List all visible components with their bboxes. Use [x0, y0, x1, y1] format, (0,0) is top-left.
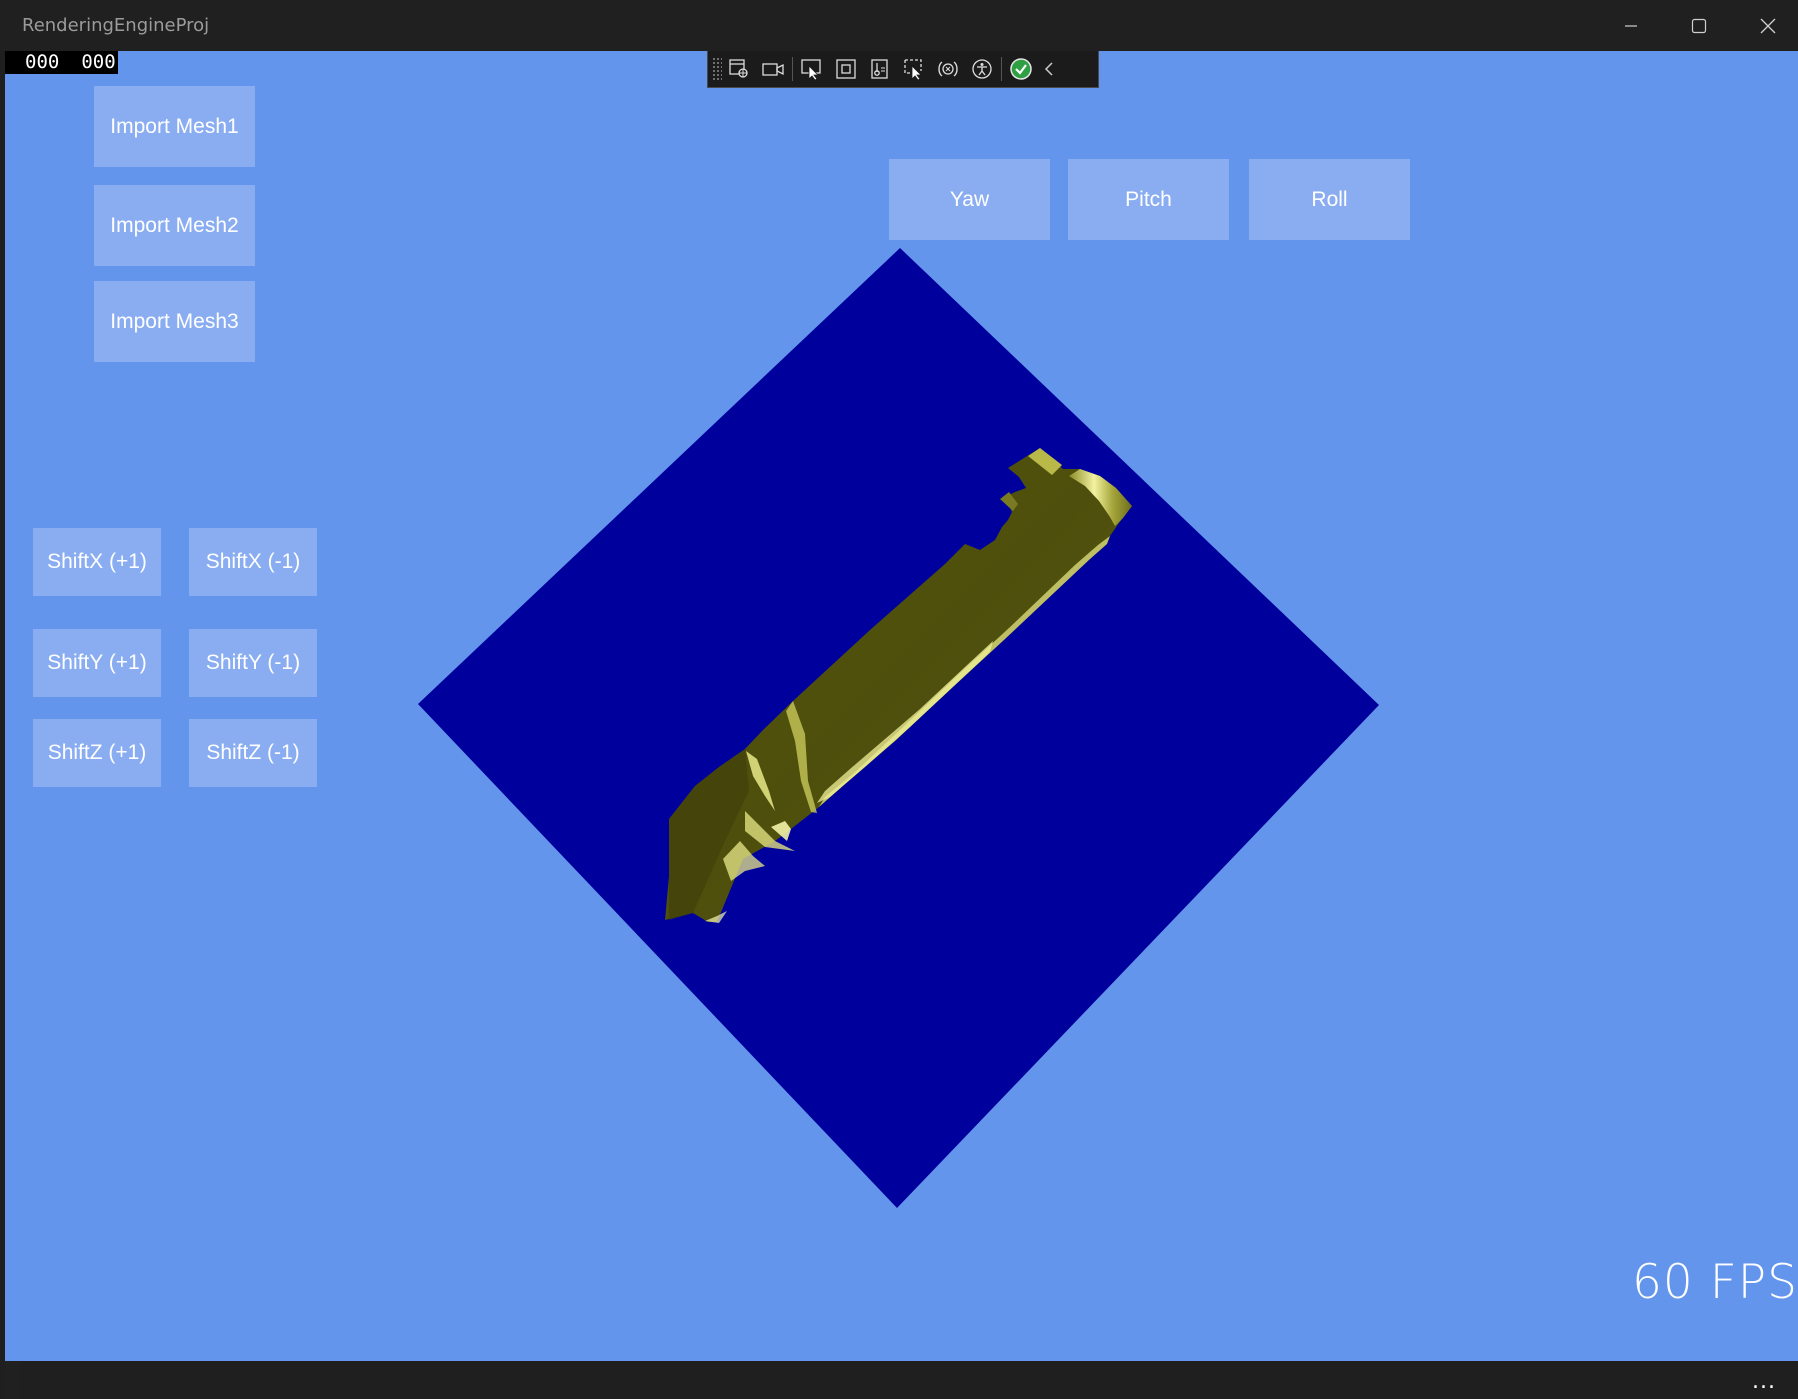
- toolbar-grip[interactable]: [712, 56, 722, 82]
- xaml-debug-toolbar[interactable]: [707, 51, 1099, 88]
- more-options-icon[interactable]: ...: [1752, 1369, 1776, 1394]
- shifty-minus-button[interactable]: ShiftY (-1): [189, 629, 317, 697]
- frame-counter-right: 000: [81, 51, 116, 73]
- yaw-button[interactable]: Yaw: [889, 159, 1050, 240]
- fps-counter: 60 FPS: [1632, 1255, 1798, 1310]
- close-button[interactable]: [1745, 8, 1791, 44]
- maximize-icon: [1691, 18, 1707, 34]
- shifty-plus-button[interactable]: ShiftY (+1): [33, 629, 161, 697]
- minimize-icon: [1625, 25, 1637, 27]
- collapse-chevron-icon[interactable]: [1038, 54, 1060, 84]
- accessibility-icon[interactable]: [965, 54, 999, 84]
- shiftz-plus-button[interactable]: ShiftZ (+1): [33, 719, 161, 787]
- import-mesh2-button[interactable]: Import Mesh2: [94, 185, 255, 266]
- close-icon: [1760, 18, 1776, 34]
- app-bar[interactable]: ...: [19, 1361, 1798, 1399]
- pitch-button[interactable]: Pitch: [1068, 159, 1229, 240]
- hot-reload-icon[interactable]: [897, 54, 931, 84]
- swap-chain-panel[interactable]: 000 000 Import Mesh1 Import Mesh2 Import…: [5, 51, 1798, 1361]
- select-element-icon[interactable]: [795, 54, 829, 84]
- status-ok-icon[interactable]: [1004, 54, 1038, 84]
- title-bar[interactable]: RenderingEngineProj: [0, 0, 1798, 51]
- frame-rate-counter: 000 000: [5, 51, 118, 74]
- roll-button[interactable]: Roll: [1249, 159, 1410, 240]
- toolbar-separator: [1001, 57, 1002, 81]
- import-mesh1-button[interactable]: Import Mesh1: [94, 86, 255, 167]
- window-title: RenderingEngineProj: [22, 15, 210, 36]
- track-focus-icon[interactable]: [863, 54, 897, 84]
- toolbar-separator: [792, 57, 793, 81]
- render-viewport[interactable]: [5, 51, 1798, 1361]
- app-window: RenderingEngineProj 000 000 Import Mesh1…: [0, 0, 1798, 1399]
- camera-icon[interactable]: [756, 54, 790, 84]
- live-visual-tree-icon[interactable]: [722, 54, 756, 84]
- binding-failures-icon[interactable]: [931, 54, 965, 84]
- shiftx-plus-button[interactable]: ShiftX (+1): [33, 528, 161, 596]
- frame-counter-left: 000: [25, 51, 60, 73]
- import-mesh3-button[interactable]: Import Mesh3: [94, 281, 255, 362]
- shiftz-minus-button[interactable]: ShiftZ (-1): [189, 719, 317, 787]
- minimize-button[interactable]: [1608, 8, 1654, 44]
- maximize-button[interactable]: [1676, 8, 1722, 44]
- shiftx-minus-button[interactable]: ShiftX (-1): [189, 528, 317, 596]
- display-layout-adorners-icon[interactable]: [829, 54, 863, 84]
